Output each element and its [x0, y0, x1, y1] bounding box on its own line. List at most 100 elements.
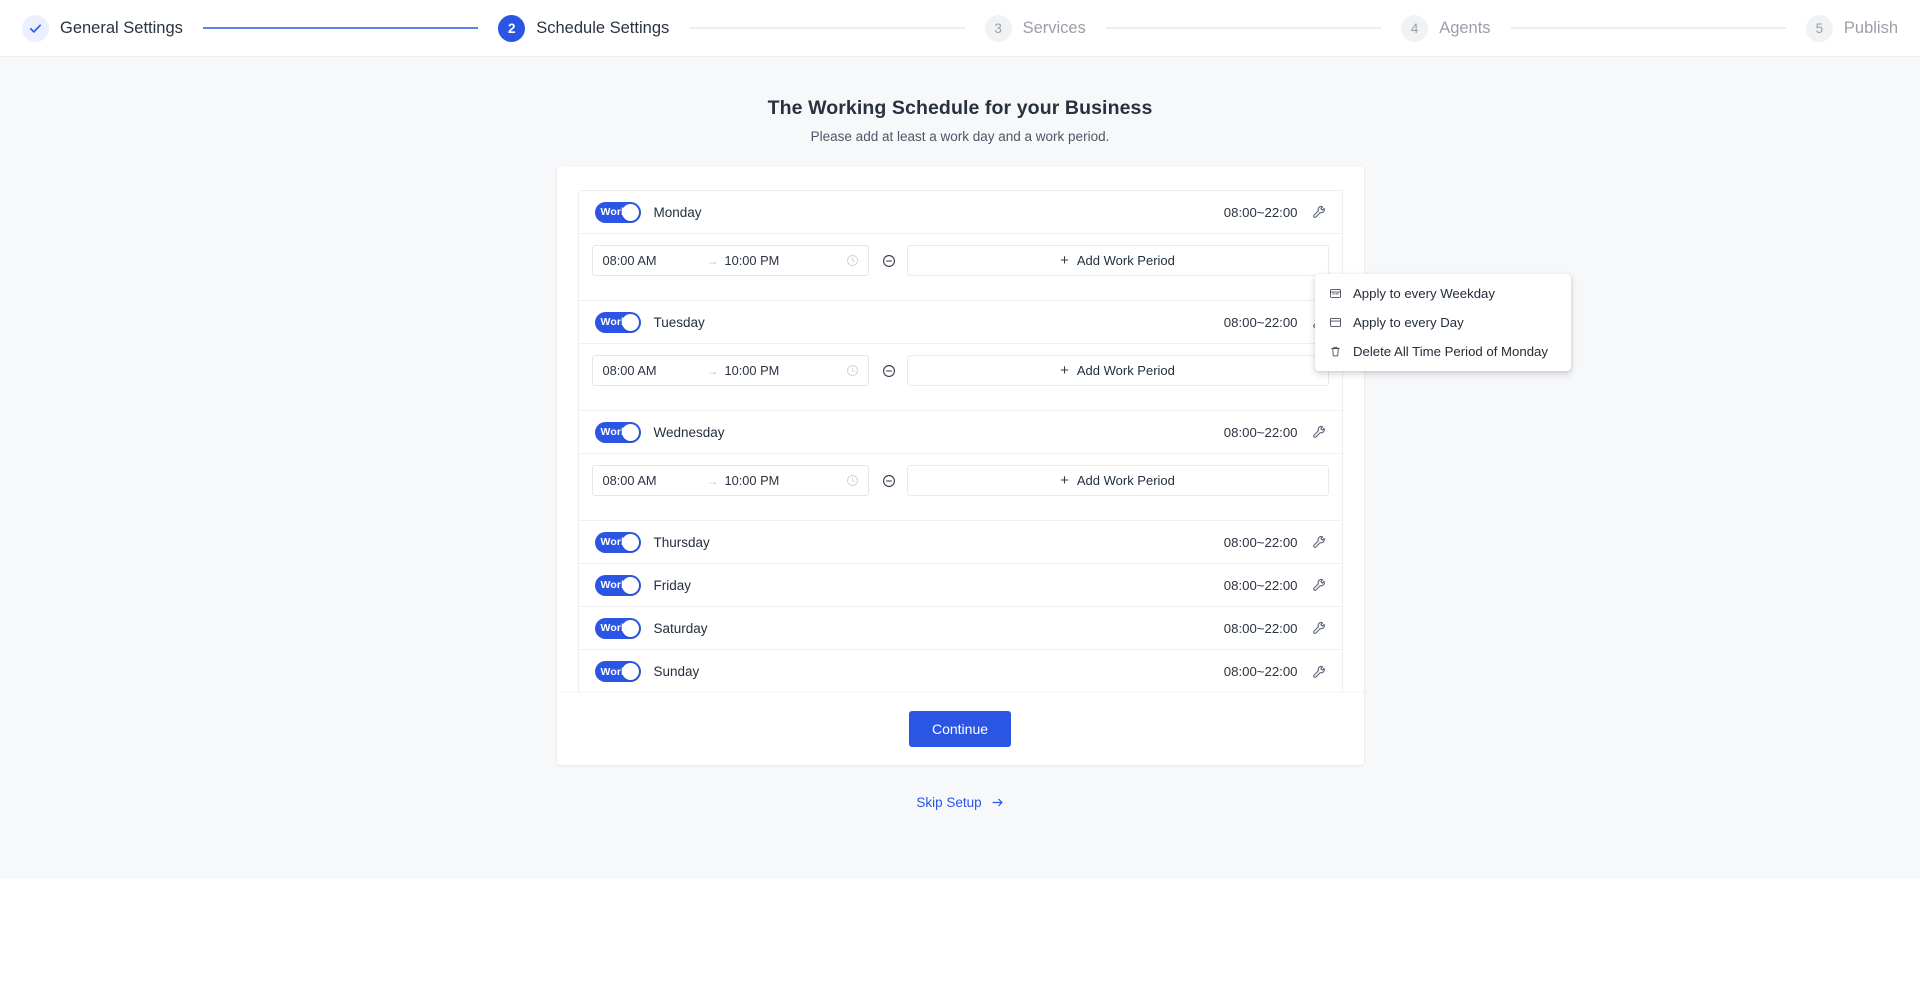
work-period-area: 08:00 AM → 10:00 PM + Add Work Period — [578, 344, 1342, 411]
clock-icon — [846, 364, 859, 377]
context-menu-item-label: Delete All Time Period of Monday — [1353, 344, 1548, 359]
wizard-stepper: General Settings 2 Schedule Settings 3 S… — [0, 0, 1920, 57]
clock-icon — [846, 474, 859, 487]
context-menu-item-label: Apply to every Day — [1353, 315, 1464, 330]
step-publish[interactable]: 5 Publish — [1805, 14, 1899, 42]
day-row-right: 08:00~22:00 — [1224, 534, 1327, 550]
work-period-row: 08:00 AM → 10:00 PM + Add Work Period — [591, 245, 1329, 276]
day-row: Work Friday 08:00~22:00 — [578, 564, 1342, 607]
work-toggle-knob — [621, 423, 639, 441]
remove-period-icon[interactable] — [882, 364, 896, 378]
add-work-period-button[interactable]: + Add Work Period — [906, 355, 1329, 386]
step-3-number-marker: 3 — [984, 14, 1012, 42]
work-toggle[interactable]: Work — [594, 574, 641, 596]
work-period-area: 08:00 AM → 10:00 PM + Add Work Period — [578, 234, 1342, 301]
wrench-icon[interactable] — [1311, 534, 1327, 550]
check-icon — [28, 21, 43, 36]
day-time-summary: 08:00~22:00 — [1223, 664, 1298, 679]
range-arrow: → — [706, 253, 719, 268]
wrench-icon[interactable] — [1311, 577, 1327, 593]
trash-icon — [1329, 345, 1343, 359]
day-name: Saturday — [653, 620, 708, 636]
page-title: The Working Schedule for your Business — [767, 97, 1153, 119]
continue-button[interactable]: Continue — [908, 711, 1012, 747]
work-toggle-knob — [621, 533, 639, 551]
day-name: Sunday — [653, 664, 700, 679]
step-4-label: Agents — [1439, 18, 1491, 37]
step-services[interactable]: 3 Services — [984, 14, 1086, 42]
wrench-icon[interactable] — [1311, 620, 1327, 636]
day-name: Tuesday — [653, 314, 705, 330]
day-time-summary: 08:00~22:00 — [1223, 577, 1298, 593]
step-schedule-settings[interactable]: 2 Schedule Settings — [498, 14, 669, 42]
page-header: The Working Schedule for your Business P… — [0, 57, 1920, 144]
day-time-summary: 08:00~22:00 — [1223, 534, 1298, 550]
period-start-time[interactable]: 08:00 AM — [603, 253, 701, 268]
skip-setup-link[interactable]: Skip Setup — [916, 795, 1003, 810]
work-toggle[interactable]: Work — [594, 531, 641, 553]
step-5-number-marker: 5 — [1805, 14, 1833, 42]
step-connector-4 — [1510, 27, 1786, 29]
schedule-day-list: Work Monday 08:00~22:00 08:00 AM → 10:00 PM + A… — [577, 190, 1343, 694]
range-arrow: → — [706, 473, 719, 488]
period-end-time[interactable]: 10:00 PM — [725, 363, 846, 378]
time-range-picker[interactable]: 08:00 AM → 10:00 PM — [591, 465, 869, 496]
wrench-icon[interactable] — [1311, 424, 1327, 440]
work-period-area: 08:00 AM → 10:00 PM + Add Work Period — [578, 454, 1342, 521]
calendar-week-icon — [1329, 287, 1343, 301]
day-actions-context-menu[interactable]: Apply to every Weekday Apply to every Day… — [1315, 274, 1571, 371]
period-end-time[interactable]: 10:00 PM — [725, 253, 846, 268]
step-general-settings[interactable]: General Settings — [22, 14, 183, 42]
add-work-period-label: Add Work Period — [1076, 473, 1175, 488]
wrench-icon[interactable] — [1311, 664, 1327, 680]
context-menu-item[interactable]: Apply to every Weekday — [1315, 279, 1571, 308]
step-3-label: Services — [1022, 18, 1086, 37]
day-name: Wednesday — [653, 424, 725, 440]
day-row: Work Tuesday 08:00~22:00 — [578, 301, 1342, 344]
clock-icon — [846, 254, 859, 267]
work-toggle-knob — [621, 313, 639, 331]
step-connector-2 — [689, 27, 965, 29]
context-menu-item[interactable]: Apply to every Day — [1315, 308, 1571, 337]
period-start-time[interactable]: 08:00 AM — [603, 363, 701, 378]
day-row-right: 08:00~22:00 — [1224, 577, 1327, 593]
day-name: Friday — [653, 577, 692, 593]
work-toggle[interactable]: Work — [594, 201, 641, 223]
add-work-period-button[interactable]: + Add Work Period — [906, 245, 1329, 276]
work-toggle-knob — [621, 203, 639, 221]
step-1-check-marker — [22, 14, 49, 42]
add-work-period-label: Add Work Period — [1076, 253, 1175, 268]
remove-period-icon[interactable] — [882, 254, 896, 268]
period-end-time[interactable]: 10:00 PM — [725, 473, 846, 488]
step-5-label: Publish — [1843, 18, 1899, 37]
time-range-picker[interactable]: 08:00 AM → 10:00 PM — [591, 355, 869, 386]
plus-icon: + — [1060, 472, 1069, 489]
day-row-right: 08:00~22:00 — [1224, 620, 1327, 636]
add-work-period-label: Add Work Period — [1076, 363, 1175, 378]
day-row: Work Sunday 08:00~22:00 — [578, 650, 1342, 693]
day-row: Work Wednesday 08:00~22:00 — [578, 411, 1342, 454]
range-arrow: → — [706, 363, 719, 378]
add-work-period-button[interactable]: + Add Work Period — [906, 465, 1329, 496]
skip-setup-label: Skip Setup — [916, 795, 982, 810]
wrench-icon[interactable] — [1311, 204, 1327, 220]
work-toggle[interactable]: Work — [594, 661, 641, 682]
context-menu-item[interactable]: Delete All Time Period of Monday — [1315, 337, 1571, 366]
work-toggle[interactable]: Work — [594, 617, 641, 639]
day-time-summary: 08:00~22:00 — [1223, 424, 1298, 440]
step-connector-3 — [1105, 27, 1382, 29]
day-row-right: 08:00~22:00 — [1224, 204, 1327, 220]
day-row-right: 08:00~22:00 — [1224, 664, 1327, 680]
day-time-summary: 08:00~22:00 — [1223, 620, 1298, 636]
time-range-picker[interactable]: 08:00 AM → 10:00 PM — [591, 245, 869, 276]
schedule-card: Work Monday 08:00~22:00 08:00 AM → 10:00 PM + A… — [556, 166, 1364, 694]
day-row: Work Thursday 08:00~22:00 — [578, 521, 1342, 564]
work-toggle[interactable]: Work — [594, 311, 641, 333]
period-start-time[interactable]: 08:00 AM — [603, 473, 701, 488]
work-toggle-knob — [621, 663, 639, 680]
step-agents[interactable]: 4 Agents — [1401, 14, 1491, 42]
work-period-row: 08:00 AM → 10:00 PM + Add Work Period — [591, 355, 1329, 386]
work-toggle[interactable]: Work — [594, 421, 641, 443]
day-row: Work Monday 08:00~22:00 — [578, 191, 1342, 234]
remove-period-icon[interactable] — [882, 474, 896, 488]
